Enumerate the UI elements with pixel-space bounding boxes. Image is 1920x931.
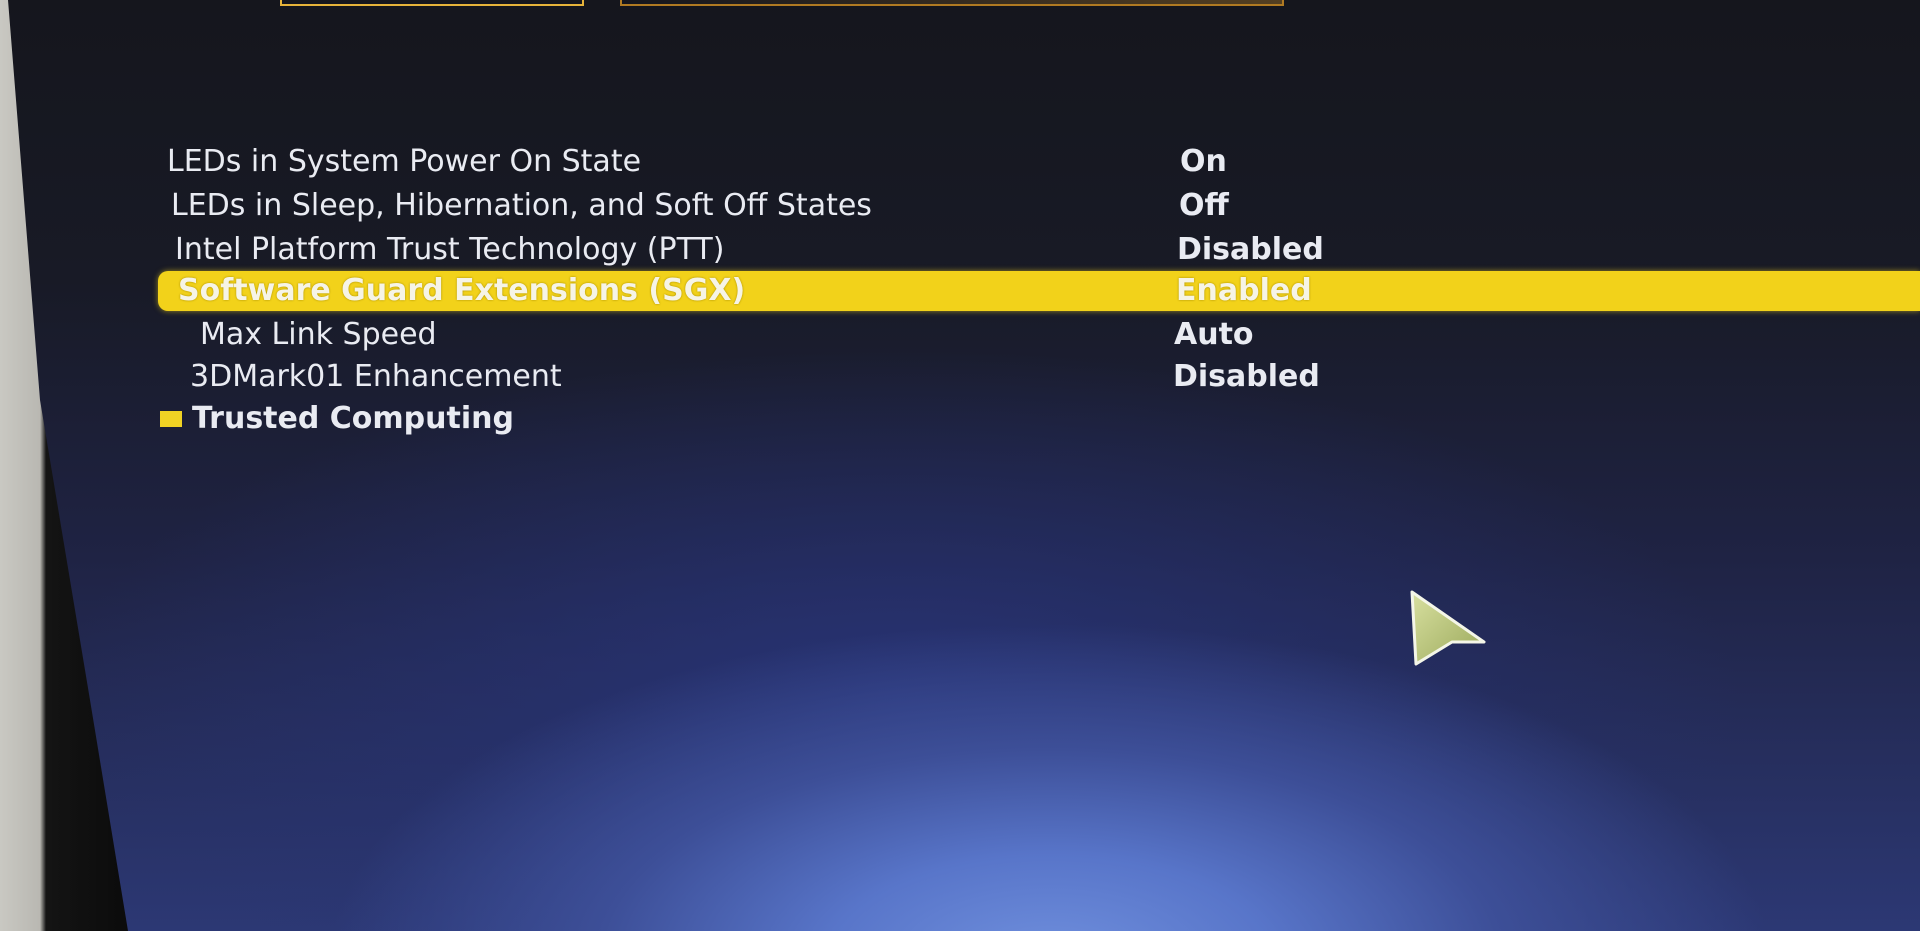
bios-screen: LEDs in System Power On State On LEDs in… [8, 0, 1920, 931]
setting-label: LEDs in Sleep, Hibernation, and Soft Off… [171, 188, 872, 223]
setting-label: Intel Platform Trust Technology (PTT) [175, 232, 725, 267]
setting-value[interactable]: Enabled [1176, 272, 1312, 310]
setting-label: Max Link Speed [200, 317, 437, 352]
setting-row-3dmark01[interactable]: 3DMark01 Enhancement Disabled [8, 356, 1920, 398]
setting-value[interactable]: Disabled [1177, 231, 1324, 269]
setting-value[interactable]: Off [1179, 187, 1229, 225]
setting-label: 3DMark01 Enhancement [190, 359, 562, 394]
setting-row-ptt[interactable]: Intel Platform Trust Technology (PTT) Di… [8, 229, 1920, 271]
setting-row-leds-sleep[interactable]: LEDs in Sleep, Hibernation, and Soft Off… [8, 185, 1920, 227]
settings-list: LEDs in System Power On State On LEDs in… [8, 0, 1920, 931]
setting-value[interactable]: On [1180, 143, 1227, 181]
submenu-label: Trusted Computing [192, 401, 514, 436]
setting-value[interactable]: Disabled [1173, 358, 1320, 396]
setting-label: Software Guard Extensions (SGX) [178, 273, 746, 308]
setting-row-max-link-speed[interactable]: Max Link Speed Auto [8, 314, 1920, 356]
cursor-arrow-icon [1410, 590, 1486, 666]
setting-row-sgx-selected[interactable]: Software Guard Extensions (SGX) Enabled [8, 270, 1920, 312]
setting-label: LEDs in System Power On State [167, 144, 642, 179]
setting-value[interactable]: Auto [1174, 316, 1254, 354]
submenu-trusted-computing[interactable]: Trusted Computing [8, 398, 1920, 440]
setting-row-leds-power-on[interactable]: LEDs in System Power On State On [8, 141, 1920, 183]
submenu-bullet-icon [160, 411, 182, 427]
